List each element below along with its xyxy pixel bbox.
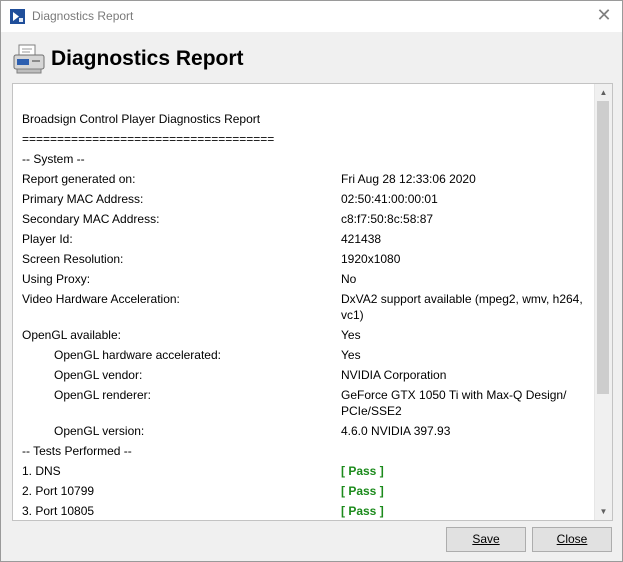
row-value: Yes (341, 328, 361, 342)
report-row: OpenGL renderer: GeForce GTX 1050 Ti with… (22, 385, 592, 421)
tests-section-heading: -- Tests Performed -- (22, 444, 132, 458)
app-logo-icon (10, 9, 25, 24)
scrollbar-thumb[interactable] (597, 101, 609, 394)
test-result: [ Pass ] (341, 484, 384, 498)
report-text-area[interactable]: Broadsign Control Player Diagnostics Rep… (12, 83, 613, 521)
row-label: OpenGL version: (54, 424, 145, 438)
row-value: 4.6.0 NVIDIA 397.93 (341, 424, 451, 438)
window-title: Diagnostics Report (32, 9, 134, 23)
row-label: Report generated on: (22, 172, 136, 186)
scroll-down-arrow-icon[interactable]: ▼ (595, 503, 612, 520)
row-value: 421438 (341, 232, 382, 246)
row-value: DxVA2 support available (mpeg2, wmv, h26… (341, 292, 583, 322)
row-value: 02:50:41:00:00:01 (341, 192, 438, 206)
close-icon: ✕ (596, 5, 612, 25)
row-label: Player Id: (22, 232, 73, 246)
scroll-up-arrow-icon[interactable]: ▲ (595, 84, 612, 101)
row-label: OpenGL vendor: (54, 368, 143, 382)
report-heading: Broadsign Control Player Diagnostics Rep… (22, 112, 261, 126)
report-row: Primary MAC Address: 02:50:41:00:00:01 (22, 189, 592, 209)
row-label: Secondary MAC Address: (22, 212, 160, 226)
row-label: OpenGL available: (22, 328, 121, 342)
report-row: Video Hardware Acceleration: DxVA2 suppor… (22, 289, 592, 325)
row-value: NVIDIA Corporation (341, 368, 447, 382)
test-label: 2. Port 10799 (22, 484, 95, 498)
report-row: Player Id: 421438 (22, 229, 592, 249)
row-value: 1920x1080 (341, 252, 401, 266)
report-row: OpenGL available: Yes (22, 325, 592, 345)
row-label: OpenGL renderer: (54, 388, 151, 402)
report-separator: ==================================== (22, 132, 275, 146)
row-label: Primary MAC Address: (22, 192, 144, 206)
report-row: OpenGL version: 4.6.0 NVIDIA 397.93 (22, 421, 592, 441)
row-label: OpenGL hardware accelerated: (54, 348, 221, 362)
title-close-button[interactable]: ✕ (595, 6, 613, 24)
report-row: Secondary MAC Address: c8:f7:50:8c:58:87 (22, 209, 592, 229)
row-value: No (341, 272, 357, 286)
test-row: 2. Port 10799 [ Pass ] (22, 481, 592, 501)
system-section-heading: -- System -- (22, 152, 85, 166)
row-value: c8:f7:50:8c:58:87 (341, 212, 434, 226)
report-row: Screen Resolution: 1920x1080 (22, 249, 592, 269)
test-row: 3. Port 10805 [ Pass ] (22, 501, 592, 520)
report-row: OpenGL hardware accelerated: Yes (22, 345, 592, 365)
row-label: Using Proxy: (22, 272, 91, 286)
test-label: 3. Port 10805 (22, 504, 95, 518)
test-result: [ Pass ] (341, 464, 384, 478)
vertical-scrollbar[interactable]: ▲ ▼ (594, 84, 612, 520)
test-result: [ Pass ] (341, 504, 384, 518)
report-row: Using Proxy: No (22, 269, 592, 289)
page-title: Diagnostics Report (51, 47, 244, 70)
report-row: OpenGL vendor: NVIDIA Corporation (22, 365, 592, 385)
test-row: 1. DNS [ Pass ] (22, 461, 592, 481)
row-value: Fri Aug 28 12:33:06 2020 (341, 172, 476, 186)
header: Diagnostics Report (1, 32, 622, 82)
row-label: Video Hardware Acceleration: (22, 292, 180, 306)
test-label: 1. DNS (22, 464, 61, 478)
save-button[interactable]: Save (446, 527, 526, 552)
row-value: GeForce GTX 1050 Ti with Max-Q Design/ P… (341, 388, 567, 418)
diagnostics-window: Diagnostics Report ✕ Diagnostics Report … (0, 0, 623, 562)
report-row: Report generated on: Fri Aug 28 12:33:06 … (22, 169, 592, 189)
close-button[interactable]: Close (532, 527, 612, 552)
row-value: Yes (341, 348, 361, 362)
title-bar: Diagnostics Report ✕ (1, 1, 622, 32)
row-label: Screen Resolution: (22, 252, 124, 266)
diagnostics-printer-icon (13, 44, 45, 74)
report-content: Broadsign Control Player Diagnostics Rep… (22, 109, 592, 520)
